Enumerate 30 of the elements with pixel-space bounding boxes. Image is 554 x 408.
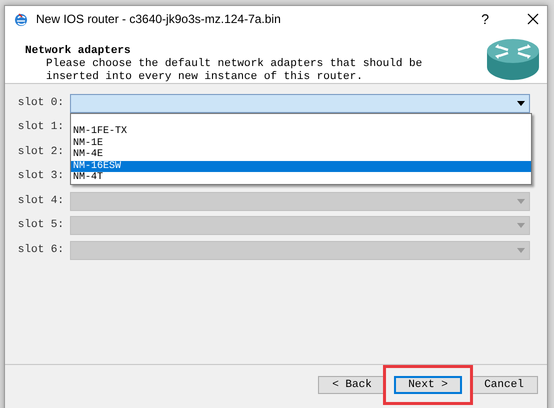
dropdown-arrow-icon bbox=[517, 100, 525, 106]
wizard-button[interactable]: < Back bbox=[318, 376, 386, 394]
dropdown-arrow-icon bbox=[517, 198, 525, 204]
dropdown-arrow-icon bbox=[517, 248, 525, 253]
close-icon[interactable] bbox=[527, 13, 539, 25]
slot-label: slot 4: bbox=[16, 194, 65, 208]
dropdown-option[interactable]: NM-4T bbox=[71, 172, 531, 184]
dropdown-option[interactable]: NM-1E bbox=[71, 138, 531, 149]
app-icon bbox=[14, 12, 28, 26]
dropdown-option[interactable]: NM-1FE-TX bbox=[71, 126, 531, 138]
slot-label: slot 3: bbox=[16, 170, 65, 184]
dropdown-option[interactable]: NM-4E bbox=[71, 149, 531, 160]
slot-label: slot 2: bbox=[16, 146, 65, 159]
wizard-button[interactable]: Cancel bbox=[470, 376, 538, 394]
slot-label: slot 1: bbox=[16, 121, 65, 134]
dropdown-option[interactable]: NM-16ESW bbox=[71, 160, 531, 172]
slot-label: slot 5: bbox=[16, 219, 65, 232]
dropdown-arrow-icon bbox=[517, 223, 525, 228]
combo-box[interactable] bbox=[70, 240, 530, 260]
window-title: New IOS router - c3640-jk9o3s-mz.124-7a.bin bbox=[36, 11, 282, 28]
slot-label: slot 0: bbox=[16, 96, 65, 110]
section-description: Please choose the default network adapters that should be inserted into every new instance of this router. bbox=[45, 58, 424, 84]
section-title: Network adapters bbox=[25, 45, 132, 58]
combo-box[interactable] bbox=[70, 216, 530, 236]
router-icon bbox=[485, 37, 541, 81]
combo-box[interactable] bbox=[70, 192, 530, 211]
slot-label: slot 6: bbox=[16, 244, 65, 257]
combo-box[interactable] bbox=[70, 94, 530, 113]
help-button[interactable]: ? bbox=[481, 8, 489, 30]
wizard-button[interactable]: Next > bbox=[394, 376, 462, 394]
